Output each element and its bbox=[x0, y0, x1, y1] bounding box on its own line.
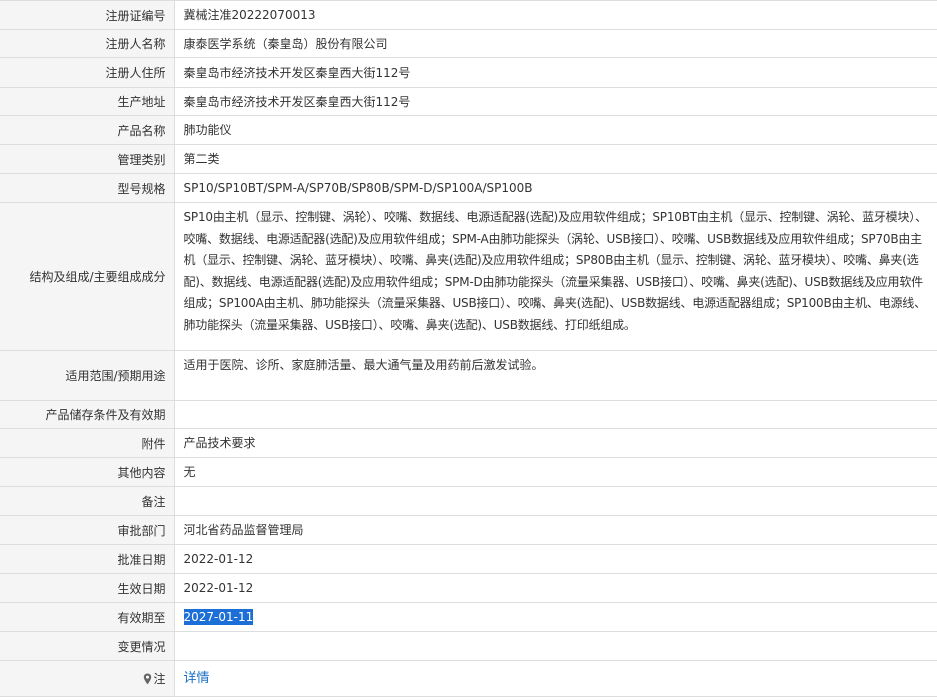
field-label: 管理类别 bbox=[0, 144, 175, 174]
table-row: 管理类别 第二类 bbox=[0, 144, 937, 174]
field-label: 产品储存条件及有效期 bbox=[0, 400, 175, 429]
table-row: 产品名称 肺功能仪 bbox=[0, 115, 937, 145]
table-row: 结构及组成/主要组成成分 SP10由主机（显示、控制键、涡轮）、咬嘴、数据线、电… bbox=[0, 202, 937, 351]
field-value: 肺功能仪 bbox=[174, 115, 937, 145]
table-row: 产品储存条件及有效期 bbox=[0, 400, 937, 429]
table-row: 附件 产品技术要求 bbox=[0, 428, 937, 458]
table-row: 变更情况 bbox=[0, 631, 937, 661]
field-label: 生效日期 bbox=[0, 573, 175, 603]
field-label: 生产地址 bbox=[0, 87, 175, 116]
table-row: 备注 bbox=[0, 486, 937, 516]
field-label: 注册人住所 bbox=[0, 57, 175, 88]
field-value: 康泰医学系统（秦皇岛）股份有限公司 bbox=[174, 29, 937, 58]
field-value: 冀械注准20222070013 bbox=[174, 0, 937, 30]
field-label: 附件 bbox=[0, 428, 175, 458]
field-label: 审批部门 bbox=[0, 515, 175, 545]
table-row: 注册证编号 冀械注准20222070013 bbox=[0, 0, 937, 30]
note-label-text: 注 bbox=[153, 672, 166, 686]
details-link[interactable]: 详情 bbox=[184, 671, 210, 686]
selected-text[interactable]: 2027-01-11 bbox=[183, 609, 254, 625]
field-value: 第二类 bbox=[174, 144, 937, 174]
field-value: 产品技术要求 bbox=[174, 428, 937, 458]
field-label: 批准日期 bbox=[0, 544, 175, 574]
table-row: 审批部门 河北省药品监督管理局 bbox=[0, 515, 937, 545]
field-value: 2022-01-12 bbox=[174, 544, 937, 574]
table-row: 适用范围/预期用途 适用于医院、诊所、家庭肺活量、最大通气量及用药前后激发试验。 bbox=[0, 350, 937, 401]
field-label: 产品名称 bbox=[0, 115, 175, 145]
field-value: 详情 bbox=[174, 660, 937, 697]
field-label: 适用范围/预期用途 bbox=[0, 350, 175, 401]
field-label: 备注 bbox=[0, 486, 175, 516]
table-row: 有效期至 2027-01-11 bbox=[0, 602, 937, 632]
field-value: 无 bbox=[174, 457, 937, 487]
field-value: 河北省药品监督管理局 bbox=[174, 515, 937, 545]
field-value: 适用于医院、诊所、家庭肺活量、最大通气量及用药前后激发试验。 bbox=[174, 350, 937, 401]
field-label: 有效期至 bbox=[0, 602, 175, 632]
table-row: 型号规格 SP10/SP10BT/SPM-A/SP70B/SP80B/SPM-D… bbox=[0, 173, 937, 203]
field-label: 其他内容 bbox=[0, 457, 175, 487]
field-label: 结构及组成/主要组成成分 bbox=[0, 202, 175, 351]
table-row: 其他内容 无 bbox=[0, 457, 937, 487]
table-row: 注 详情 bbox=[0, 660, 937, 697]
registration-info-table: 注册证编号 冀械注准20222070013 注册人名称 康泰医学系统（秦皇岛）股… bbox=[0, 0, 937, 697]
field-value: SP10由主机（显示、控制键、涡轮）、咬嘴、数据线、电源适配器(选配)及应用软件… bbox=[174, 202, 937, 351]
field-value: 秦皇岛市经济技术开发区秦皇西大街112号 bbox=[174, 57, 937, 88]
pin-icon bbox=[143, 673, 152, 685]
field-value bbox=[174, 631, 937, 661]
table-row: 生效日期 2022-01-12 bbox=[0, 573, 937, 603]
note-label: 注 bbox=[0, 660, 175, 697]
field-value bbox=[174, 400, 937, 429]
field-label: 注册人名称 bbox=[0, 29, 175, 58]
table-row: 批准日期 2022-01-12 bbox=[0, 544, 937, 574]
table-row: 注册人名称 康泰医学系统（秦皇岛）股份有限公司 bbox=[0, 29, 937, 58]
field-value: 2022-01-12 bbox=[174, 573, 937, 603]
field-label: 注册证编号 bbox=[0, 0, 175, 30]
field-value: 秦皇岛市经济技术开发区秦皇西大街112号 bbox=[174, 87, 937, 116]
table-row: 注册人住所 秦皇岛市经济技术开发区秦皇西大街112号 bbox=[0, 57, 937, 88]
field-value: SP10/SP10BT/SPM-A/SP70B/SP80B/SPM-D/SP10… bbox=[174, 173, 937, 203]
field-value: 2027-01-11 bbox=[174, 602, 937, 632]
field-label: 变更情况 bbox=[0, 631, 175, 661]
field-value bbox=[174, 486, 937, 516]
table-row: 生产地址 秦皇岛市经济技术开发区秦皇西大街112号 bbox=[0, 87, 937, 116]
field-label: 型号规格 bbox=[0, 173, 175, 203]
